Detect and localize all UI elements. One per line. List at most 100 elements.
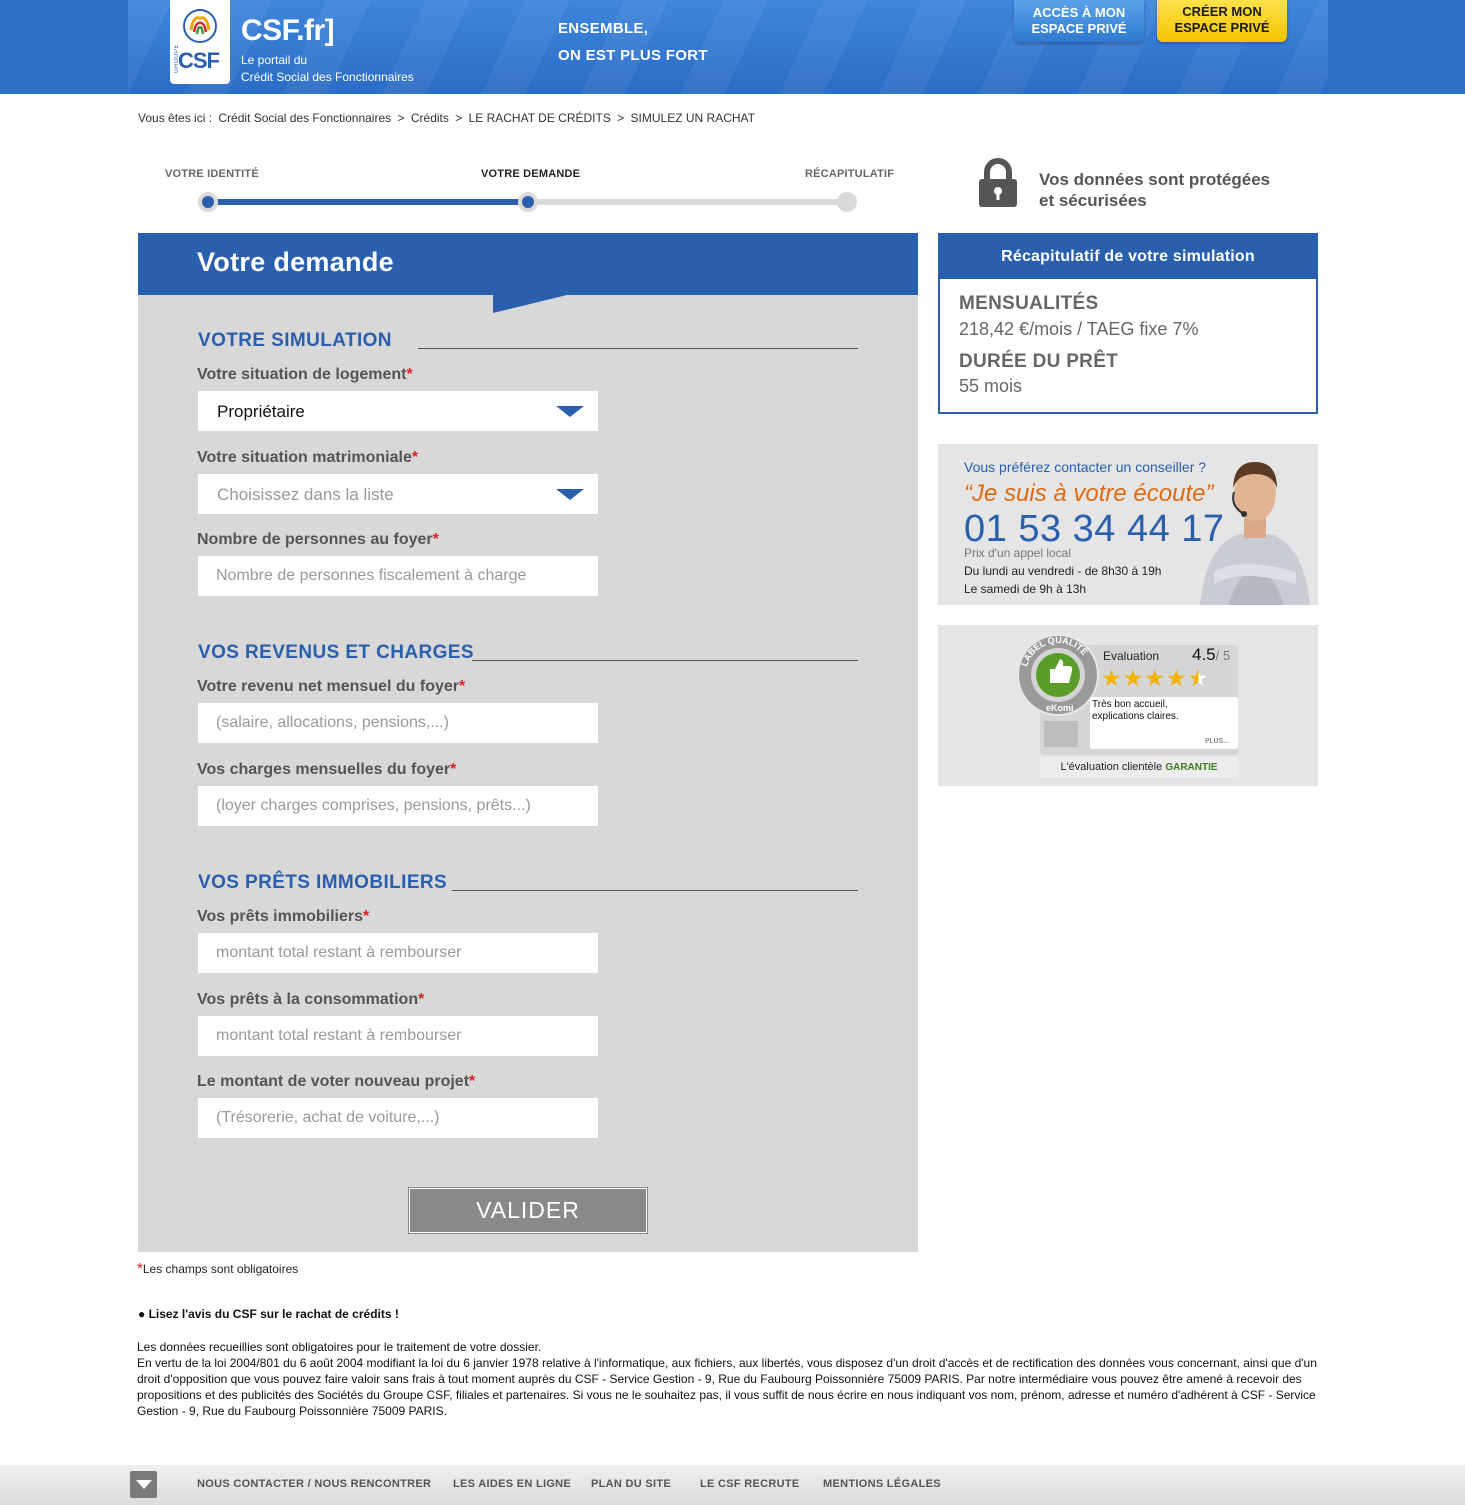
star-icon: ★ (1122, 665, 1145, 691)
access-button-line2: ESPACE PRIVÉ (1031, 21, 1127, 36)
create-button-line1: CRÉER MON (1182, 4, 1262, 19)
tagline-line2: ON EST PLUS FORT (558, 47, 708, 64)
simulation-summary: Récapitulatif de votre simulation MENSUA… (938, 233, 1318, 414)
section-title-simulation: VOTRE SIMULATION (198, 330, 392, 351)
breadcrumb-link-csf[interactable]: Crédit Social des Fonctionnaires (218, 111, 391, 125)
create-private-space-button[interactable]: CRÉER MON ESPACE PRIVÉ (1157, 0, 1287, 42)
tagline-line1: ENSEMBLE, (558, 20, 649, 37)
required-mark: * (418, 991, 425, 1008)
contact-quote: “Je suis à votre écoute” (964, 480, 1214, 507)
logement-label: Votre situation de logement* (197, 366, 413, 384)
foyer-input[interactable] (198, 556, 598, 596)
section-title-revenus: VOS REVENUS ET CHARGES (198, 642, 474, 663)
ekomi-score-value: 4.5 (1192, 645, 1216, 664)
advisor-photo (1200, 462, 1310, 605)
breadcrumb-link-rachat[interactable]: LE RACHAT DE CRÉDITS (469, 111, 611, 125)
contact-price-note: Prix d'un appel local (964, 546, 1072, 560)
ekomi-eval-label: Evaluation (1103, 649, 1160, 663)
section-divider (472, 660, 858, 661)
step-dot-identite (198, 192, 218, 212)
immo-label: Vos prêts immobiliers* (197, 908, 369, 926)
required-fields-note: *Les champs sont obligatoires (137, 1260, 298, 1277)
conso-label-text: Vos prêts à la consommation (197, 991, 419, 1008)
projet-label: Le montant de voter nouveau projet* (197, 1073, 475, 1091)
avis-link[interactable]: ● Lisez l'avis du CSF sur le rachat de c… (138, 1307, 399, 1321)
required-mark: * (406, 366, 413, 383)
immo-input[interactable] (198, 933, 598, 973)
breadcrumb-separator: > (455, 111, 463, 125)
ekomi-score: 4.5/ 5 (1192, 645, 1230, 665)
padlock-icon (979, 158, 1017, 207)
ekomi-guarantee-badge: GARANTIE (1165, 762, 1218, 773)
matrimoniale-select-placeholder: Choisissez dans la liste (217, 485, 394, 504)
form-title: Votre demande (197, 247, 394, 277)
summary-title: Récapitulatif de votre simulation (940, 235, 1316, 279)
contact-advisor-box: Vous préférez contacter un conseiller ? … (938, 444, 1318, 605)
mensualites-value: 218,42 €/mois / TAEG fixe 7% (959, 319, 1199, 339)
logement-select[interactable]: Propriétaire (198, 391, 598, 431)
footer-link-recrute[interactable]: LE CSF RECRUTE (700, 1478, 800, 1490)
required-mark: * (469, 1073, 476, 1090)
mensualites-label: MENSUALITÉS (959, 293, 1099, 314)
charges-input[interactable] (198, 786, 598, 826)
ekomi-more-link[interactable]: PLUS... (1205, 738, 1229, 745)
section-title-prets: VOS PRÊTS IMMOBILIERS (198, 872, 448, 893)
matrimoniale-select[interactable]: Choisissez dans la liste (198, 474, 598, 514)
brand-name[interactable]: CSF.fr] (241, 14, 335, 48)
section-divider (452, 890, 858, 891)
section-divider (418, 348, 858, 349)
footer-link-mentions[interactable]: MENTIONS LÉGALES (823, 1478, 941, 1490)
logo-csf-text: CSF (178, 48, 220, 73)
step-label-recapitulatif: RÉCAPITULATIF (805, 168, 895, 180)
half-star-icon: ★ (1187, 665, 1210, 691)
ekomi-score-max: / 5 (1215, 648, 1231, 663)
secure-data-message: Vos données sont protégées et sécurisées (1039, 169, 1270, 211)
site-footer: NOUS CONTACTER / NOUS RENCONTRER LES AID… (0, 1465, 1465, 1505)
contact-phone[interactable]: 01 53 34 44 17 (964, 508, 1225, 551)
foyer-label-text: Nombre de personnes au foyer (197, 531, 433, 548)
form-header-notch (493, 295, 567, 313)
secure-line1: Vos données sont protégées (1039, 170, 1271, 189)
charges-label: Vos charges mensuelles du foyer* (197, 761, 456, 779)
access-private-space-button[interactable]: ACCÈS À MON ESPACE PRIVÉ (1014, 0, 1144, 42)
star-icon: ★ (1144, 665, 1166, 691)
star-icon: ★ (1101, 665, 1123, 691)
ekomi-rating-widget[interactable]: LABEL QUALITÉ eKomi Evaluation 4.5/ 5 ★★… (938, 625, 1318, 786)
footer-link-contact[interactable]: NOUS CONTACTER / NOUS RENCONTRER (197, 1478, 431, 1490)
breadcrumb-link-credits[interactable]: Crédits (411, 111, 449, 125)
legal-line1: Les données recueillies sont obligatoire… (137, 1340, 542, 1354)
conso-label: Vos prêts à la consommation* (197, 991, 424, 1009)
breadcrumb-prefix: Vous êtes ici : (138, 111, 213, 125)
required-fields-text: Les champs sont obligatoires (142, 1262, 299, 1276)
csf-emblem-icon (183, 9, 217, 43)
chevron-down-icon (556, 406, 584, 417)
duree-value: 55 mois (959, 376, 1023, 396)
step-label-identite: VOTRE IDENTITÉ (165, 168, 259, 180)
footer-link-aides[interactable]: LES AIDES EN LIGNE (453, 1478, 571, 1490)
immo-label-text: Vos prêts immobiliers (197, 908, 363, 925)
create-button-line2: ESPACE PRIVÉ (1174, 20, 1270, 35)
legal-paragraph: En vertu de la loi 2004/801 du 6 août 20… (137, 1356, 1317, 1418)
required-mark: * (450, 761, 457, 778)
secure-line2: et sécurisées (1039, 191, 1147, 210)
quality-label-badge-icon: LABEL QUALITÉ eKomi (1017, 634, 1099, 716)
footer-link-plan[interactable]: PLAN DU SITE (591, 1478, 671, 1490)
contact-hours-saturday: Le samedi de 9h à 13h (964, 582, 1087, 596)
validate-button[interactable]: VALIDER (409, 1188, 647, 1233)
charges-label-text: Vos charges mensuelles du foyer (197, 761, 451, 778)
breadcrumb-separator: > (397, 111, 405, 125)
csf-logo[interactable]: GROUPE CSF (170, 0, 230, 84)
step-dot-recapitulatif (837, 192, 857, 212)
footer-toggle-chevron-down-icon[interactable] (130, 1471, 157, 1498)
contact-question: Vous préférez contacter un conseiller ? (964, 459, 1207, 475)
contact-hours-weekday: Du lundi au vendredi - de 8h30 à 19h (964, 564, 1162, 578)
revenu-input[interactable] (198, 703, 598, 743)
breadcrumb-current: SIMULEZ UN RACHAT (630, 111, 755, 125)
logement-label-text: Votre situation de logement (197, 366, 407, 383)
ekomi-footer: L'évaluation clientèle GARANTIE (1040, 757, 1238, 777)
star-icon: ★ (1165, 665, 1188, 691)
conso-input[interactable] (198, 1016, 598, 1056)
projet-input[interactable] (198, 1098, 598, 1138)
ekomi-review-text: Très bon accueil, explications claires. (1092, 699, 1179, 722)
progress-fill (208, 199, 528, 205)
